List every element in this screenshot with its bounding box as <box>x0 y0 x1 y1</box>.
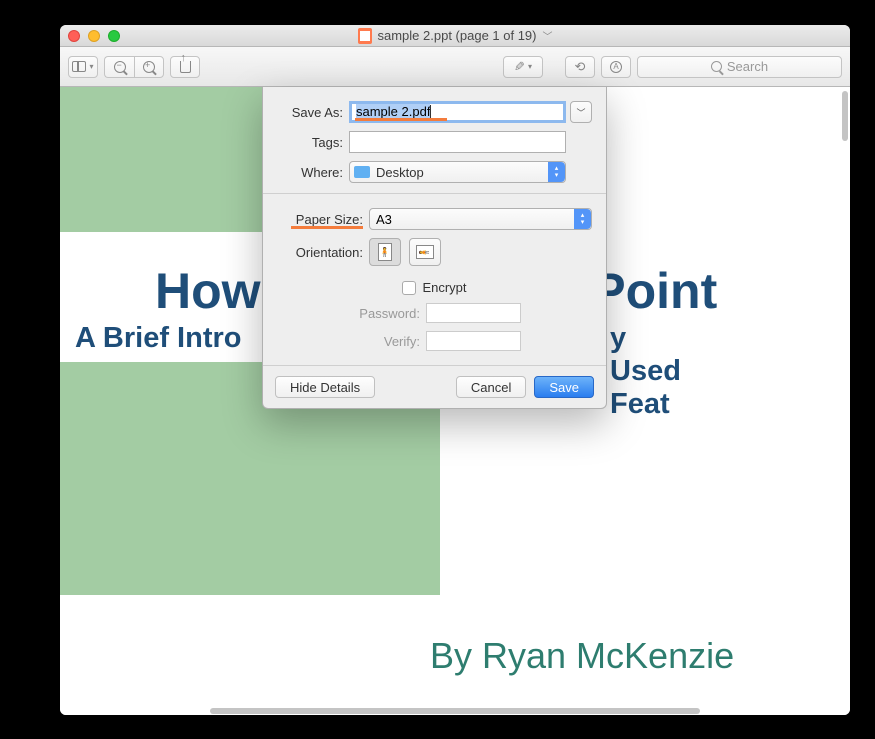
password-label: Password: <box>348 306 426 321</box>
save-dialog-bottom: Hide Details Cancel Save <box>263 366 606 408</box>
password-input[interactable] <box>426 303 521 323</box>
landscape-page-icon: 🧍 <box>416 245 434 259</box>
minimize-window-button[interactable] <box>88 30 100 42</box>
pencil-icon <box>514 59 525 75</box>
sidebar-toggle-button[interactable]: ▾ <box>68 56 98 78</box>
window-title: sample 2.ppt (page 1 of 19) ﹀ <box>60 28 850 44</box>
paper-size-select[interactable]: A3 <box>369 208 592 230</box>
save-as-input[interactable]: sample 2.pdf <box>349 101 566 123</box>
save-dialog: Save As: sample 2.pdf ﹀ Tags: Where: Des… <box>262 87 607 409</box>
save-as-wrap: sample 2.pdf ﹀ <box>349 101 592 123</box>
search-icon <box>711 61 722 72</box>
zoom-out-icon <box>114 61 126 73</box>
where-label: Where: <box>277 165 349 180</box>
person-rotated-icon: 🧍 <box>420 246 431 257</box>
chevron-down-icon: ▾ <box>89 62 93 71</box>
slide-subtitle-left: A Brief Intro <box>75 322 241 354</box>
close-window-button[interactable] <box>68 30 80 42</box>
orientation-row: Orientation: 🧍 🧍 <box>277 238 592 266</box>
zoom-in-icon <box>143 61 155 73</box>
paper-size-label-text: Paper Size: <box>296 212 363 227</box>
document-icon <box>358 28 372 44</box>
tags-row: Tags: <box>277 131 592 153</box>
select-arrows-icon <box>548 162 565 182</box>
slide-subtitle: A Brief Intro y Used Feat <box>75 322 241 355</box>
sidebar-icon <box>72 61 86 72</box>
encrypt-row: Encrypt <box>277 280 592 295</box>
cancel-button[interactable]: Cancel <box>456 376 526 398</box>
verify-input[interactable] <box>426 331 521 351</box>
save-button[interactable]: Save <box>534 376 594 398</box>
person-icon: 🧍 <box>379 247 390 258</box>
zoom-group <box>104 56 164 78</box>
slide-title-left: How <box>155 263 261 319</box>
zoom-in-button[interactable] <box>134 56 164 78</box>
title-dropdown-chevron-icon[interactable]: ﹀ <box>543 28 553 43</box>
paper-size-label: Paper Size: <box>277 212 369 227</box>
share-button[interactable] <box>170 56 200 78</box>
annotation-underline-icon <box>291 226 363 229</box>
where-value: Desktop <box>376 165 424 180</box>
orientation-portrait-button[interactable]: 🧍 <box>369 238 401 266</box>
save-dialog-top: Save As: sample 2.pdf ﹀ Tags: Where: Des… <box>263 87 606 193</box>
zoom-out-button[interactable] <box>104 56 134 78</box>
where-row: Where: Desktop <box>277 161 592 183</box>
chevron-down-icon: ▾ <box>528 62 532 71</box>
save-as-row: Save As: sample 2.pdf ﹀ <box>277 101 592 123</box>
slide-title: How erPoint <box>155 262 261 320</box>
save-as-label: Save As: <box>277 105 349 120</box>
slide-subtitle-right: y Used Feat <box>610 322 681 421</box>
folder-icon <box>354 166 370 178</box>
maximize-window-button[interactable] <box>108 30 120 42</box>
paper-size-row: Paper Size: A3 <box>277 208 592 230</box>
rotate-icon <box>575 59 586 75</box>
verify-row: Verify: <box>277 331 592 351</box>
slide-author: By Ryan McKenzie <box>430 635 734 677</box>
highlight-button[interactable]: ▾ <box>503 56 543 78</box>
expand-save-dialog-button[interactable]: ﹀ <box>570 101 592 123</box>
tags-input[interactable] <box>349 131 566 153</box>
password-row: Password: <box>277 303 592 323</box>
titlebar: sample 2.ppt (page 1 of 19) ﹀ <box>60 25 850 47</box>
hide-details-button[interactable]: Hide Details <box>275 376 375 398</box>
save-dialog-mid: Paper Size: A3 Orientation: 🧍 🧍 Encrypt <box>263 194 606 365</box>
select-arrows-icon <box>574 209 591 229</box>
toolbar: ▾ ▾ Search <box>60 47 850 87</box>
save-as-filename-selection: sample 2.pdf <box>356 104 430 119</box>
paper-size-value: A3 <box>376 212 392 227</box>
orientation-label: Orientation: <box>277 245 369 260</box>
annotation-underline-icon <box>355 118 447 121</box>
horizontal-scrollbar[interactable] <box>210 708 700 714</box>
encrypt-checkbox[interactable] <box>402 281 416 295</box>
share-icon <box>180 61 191 73</box>
search-field[interactable]: Search <box>637 56 842 78</box>
encrypt-label: Encrypt <box>422 280 466 295</box>
verify-label: Verify: <box>348 334 426 349</box>
search-placeholder: Search <box>727 59 768 74</box>
traffic-lights <box>68 30 120 42</box>
tags-label: Tags: <box>277 135 349 150</box>
rotate-button[interactable] <box>565 56 595 78</box>
orientation-buttons: 🧍 🧍 <box>369 238 441 266</box>
portrait-page-icon: 🧍 <box>378 243 392 261</box>
where-select[interactable]: Desktop <box>349 161 566 183</box>
markup-icon <box>610 61 622 73</box>
markup-button[interactable] <box>601 56 631 78</box>
vertical-scrollbar[interactable] <box>842 91 848 141</box>
window-title-text: sample 2.ppt (page 1 of 19) <box>378 28 537 43</box>
orientation-landscape-button[interactable]: 🧍 <box>409 238 441 266</box>
